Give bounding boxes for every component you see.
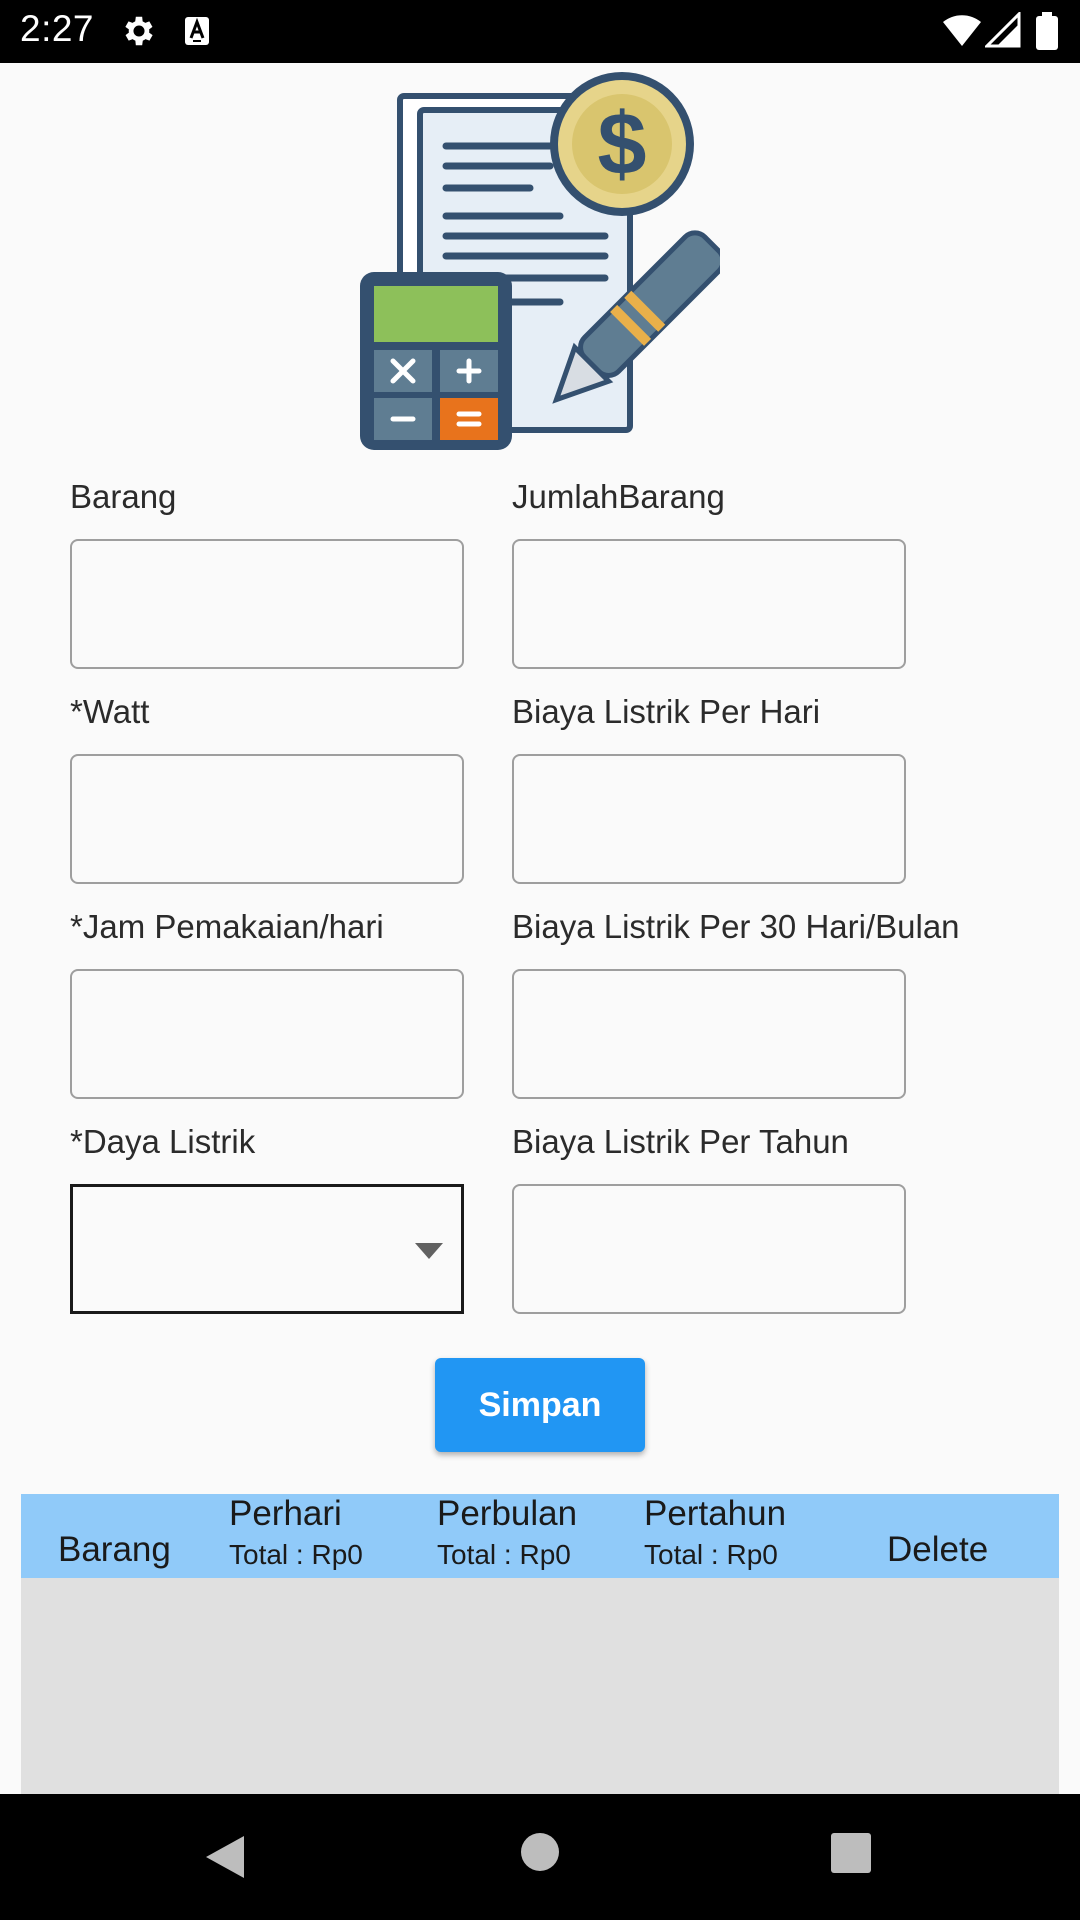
simpan-button[interactable]: Simpan	[435, 1358, 645, 1452]
barang-input[interactable]	[70, 539, 464, 669]
jam-pemakaian-label: *Jam Pemakaian/hari	[70, 908, 384, 945]
navigation-bar	[0, 1794, 1080, 1920]
biaya-per-bulan-label: Biaya Listrik Per 30 Hari/Bulan	[512, 908, 960, 945]
back-icon[interactable]	[204, 1834, 246, 1880]
watt-input[interactable]	[70, 754, 464, 884]
total-perhari: Total : Rp0	[229, 1539, 363, 1570]
recents-icon[interactable]	[830, 1832, 872, 1874]
table-body[interactable]	[21, 1578, 1059, 1794]
daya-listrik-dropdown[interactable]	[70, 1184, 464, 1314]
gear-icon	[125, 16, 153, 46]
wifi-icon	[943, 15, 981, 47]
biaya-per-hari-label: Biaya Listrik Per Hari	[512, 693, 821, 730]
total-pertahun: Total : Rp0	[644, 1539, 778, 1570]
signal-icon	[985, 12, 1021, 48]
status-time: 2:27	[20, 8, 95, 49]
watt-label: *Watt	[70, 693, 150, 730]
biaya-per-hari-input[interactable]	[512, 754, 906, 884]
biaya-per-tahun-input[interactable]	[512, 1184, 906, 1314]
home-icon[interactable]	[520, 1832, 560, 1872]
column-perhari: Perhari	[229, 1494, 342, 1533]
table-header: Barang Perhari Total : Rp0 Perbulan Tota…	[21, 1494, 1059, 1578]
biaya-per-tahun-label: Biaya Listrik Per Tahun	[512, 1123, 849, 1160]
keyboard-a-icon	[185, 17, 209, 45]
column-delete: Delete	[887, 1530, 989, 1569]
column-barang: Barang	[58, 1530, 171, 1569]
status-bar: 2:27	[0, 0, 1080, 63]
svg-text:$: $	[598, 94, 647, 193]
barang-label: Barang	[70, 478, 177, 515]
biaya-per-bulan-input[interactable]	[512, 969, 906, 1099]
column-pertahun: Pertahun	[644, 1494, 787, 1533]
total-perbulan: Total : Rp0	[437, 1539, 571, 1570]
jam-pemakaian-input[interactable]	[70, 969, 464, 1099]
daya-listrik-label: *Daya Listrik	[70, 1123, 256, 1160]
battery-icon	[1036, 12, 1058, 50]
dropdown-arrow-icon	[415, 1243, 443, 1259]
bill-calculator-illustration: $	[360, 72, 720, 450]
column-perbulan: Perbulan	[437, 1494, 578, 1533]
jumlah-barang-input[interactable]	[512, 539, 906, 669]
jumlah-barang-label: JumlahBarang	[512, 478, 725, 515]
